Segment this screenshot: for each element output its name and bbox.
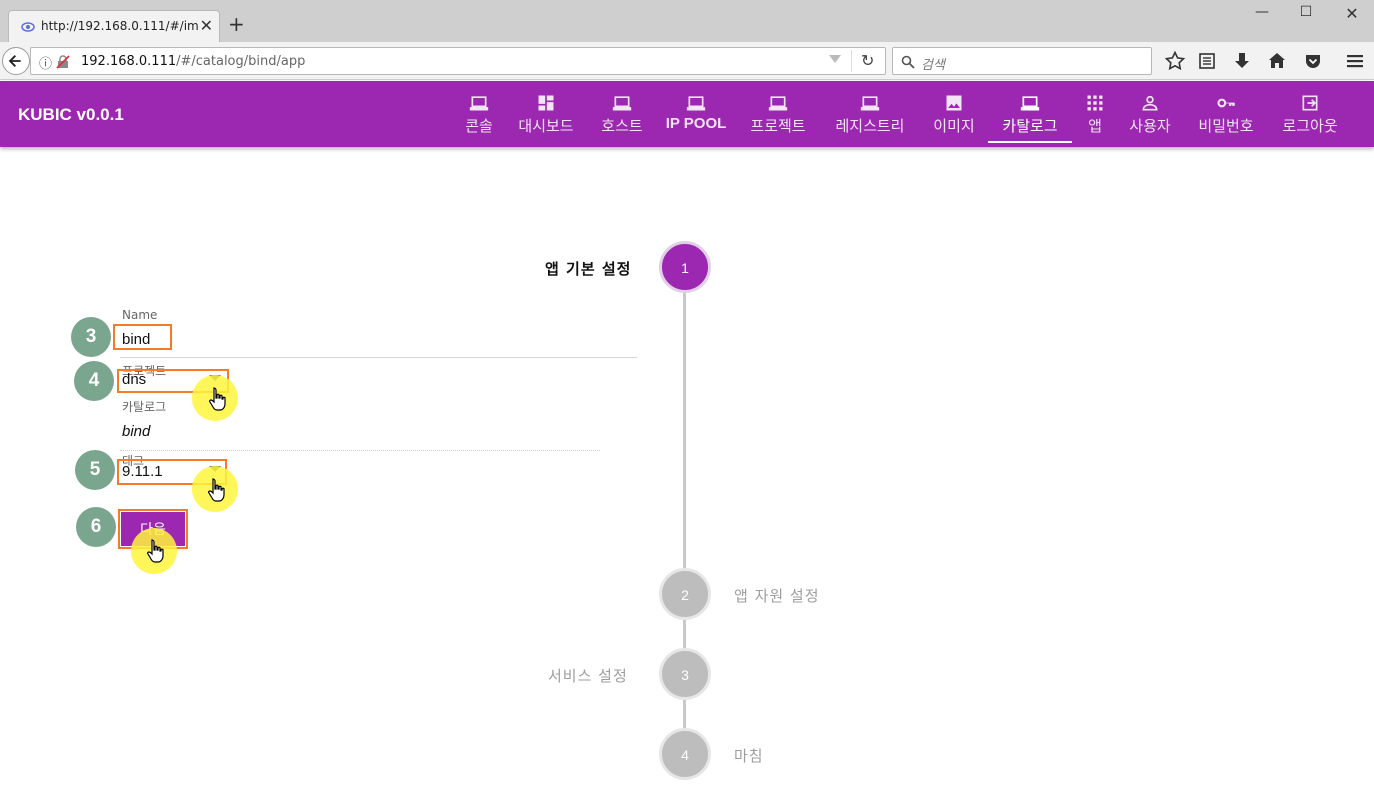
stepper-connector [683, 698, 686, 730]
annotation-badge-3: 3 [71, 317, 111, 357]
search-placeholder: 검색 [921, 58, 945, 73]
step-2-label: 앱 자원 설정 [734, 587, 820, 605]
insecure-lock-icon[interactable] [56, 55, 70, 69]
image-icon [946, 95, 962, 111]
step-4-label: 마침 [734, 747, 764, 765]
nav-item-app[interactable]: 앱 [1082, 81, 1108, 147]
annotation-badge-5: 5 [75, 450, 115, 490]
laptop-icon [860, 96, 880, 111]
nav-item-ip-pool[interactable]: IP POOL [664, 81, 728, 147]
step-3-circle[interactable]: 3 [659, 648, 711, 700]
step-2-circle[interactable]: 2 [659, 568, 711, 620]
reading-list-icon[interactable] [1196, 50, 1218, 72]
minimize-icon[interactable]: — [1252, 4, 1272, 20]
catalog-underline [120, 450, 600, 451]
nav-item-image[interactable]: 이미지 [926, 81, 982, 147]
laptop-icon [686, 96, 706, 111]
reload-icon[interactable]: ↻ [861, 51, 874, 70]
nav-item-host[interactable]: 호스트 [596, 81, 648, 147]
name-caption: Name [122, 308, 158, 322]
stepper-connector [683, 618, 686, 650]
url-bar[interactable]: ⓘ 192.168.0.111/#/catalog/bind/app ↻ [30, 47, 886, 75]
annotation-badge-6: 6 [76, 507, 116, 547]
step-1-label: 앱 기본 설정 [545, 260, 632, 278]
laptop-icon [612, 96, 632, 111]
pocket-icon[interactable] [1302, 50, 1324, 72]
close-window-icon[interactable]: ✕ [1342, 4, 1362, 23]
new-tab-icon[interactable]: + [228, 14, 245, 34]
name-underline [120, 357, 637, 358]
arrow-left-icon [8, 55, 21, 67]
hand-pointer-icon [207, 478, 225, 502]
eye-favicon-icon [21, 22, 35, 32]
stepper-connector [683, 292, 686, 572]
maximize-icon[interactable]: ☐ [1296, 4, 1316, 20]
annotation-badge-4: 4 [74, 361, 114, 401]
step-1-circle[interactable]: 1 [659, 241, 711, 293]
person-icon [1142, 95, 1158, 111]
nav-item-console[interactable]: 콘솔 [458, 81, 500, 147]
laptop-icon [469, 96, 489, 111]
url-text: 192.168.0.111/#/catalog/bind/app [81, 54, 306, 69]
nav-item-catalog[interactable]: 카탈로그 [994, 81, 1066, 147]
key-icon [1217, 98, 1235, 108]
hamburger-menu-icon[interactable] [1344, 50, 1366, 72]
browser-tab[interactable]: http://192.168.0.111/#/imag ✕ [8, 10, 220, 42]
info-icon[interactable]: ⓘ [39, 53, 52, 72]
exit-icon [1302, 95, 1318, 111]
url-dropdown-icon[interactable] [829, 55, 841, 63]
step-3-label: 서비스 설정 [548, 667, 628, 685]
app-brand: KUBIC v0.0.1 [18, 105, 124, 124]
catalog-value: bind [122, 423, 151, 440]
search-bar[interactable]: 검색 [892, 47, 1152, 75]
browser-nav-bar: ⓘ 192.168.0.111/#/catalog/bind/app ↻ 검색 [0, 42, 1374, 80]
nav-item-dashboard[interactable]: 대시보드 [512, 81, 580, 147]
hand-pointer-icon [208, 387, 226, 411]
nav-item-password[interactable]: 비밀번호 [1192, 81, 1260, 147]
catalog-caption: 카탈로그 [122, 400, 167, 414]
active-tab-indicator [988, 141, 1072, 143]
hand-pointer-icon [146, 539, 164, 563]
laptop-icon [768, 96, 788, 111]
bookmark-star-icon[interactable] [1164, 50, 1186, 72]
download-icon[interactable] [1231, 50, 1253, 72]
nav-item-user[interactable]: 사용자 [1124, 81, 1176, 147]
name-highlight-box [113, 324, 172, 350]
browser-tab-strip: http://192.168.0.111/#/imag ✕ + — ☐ ✕ [0, 0, 1374, 42]
home-icon[interactable] [1266, 50, 1288, 72]
tab-title: http://192.168.0.111/#/imag [41, 19, 199, 33]
laptop-icon [1020, 96, 1040, 111]
url-divider [851, 50, 852, 72]
dashboard-icon [538, 95, 554, 111]
nav-item-logout[interactable]: 로그아웃 [1276, 81, 1344, 147]
close-tab-icon[interactable]: ✕ [200, 16, 213, 35]
search-icon [901, 55, 915, 69]
step-4-circle[interactable]: 4 [659, 728, 711, 780]
nav-item-registry[interactable]: 레지스트리 [828, 81, 912, 147]
apps-grid-icon [1087, 95, 1103, 111]
nav-item-project[interactable]: 프로젝트 [744, 81, 812, 147]
back-button[interactable] [2, 47, 30, 75]
app-toolbar: KUBIC v0.0.1 콘솔 대시보드 호스트 IP POOL 프로젝트 레지… [0, 81, 1374, 147]
